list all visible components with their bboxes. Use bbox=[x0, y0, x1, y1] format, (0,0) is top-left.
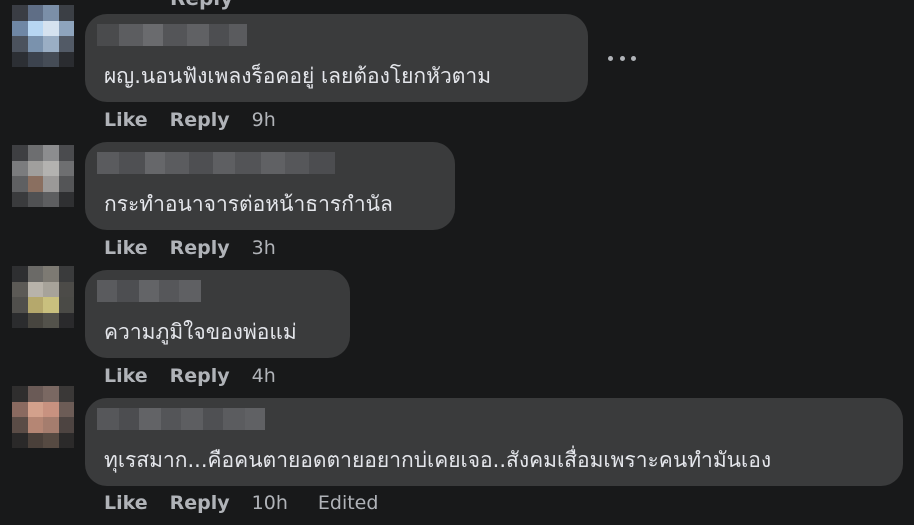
like-button[interactable]: Like bbox=[104, 109, 148, 131]
like-button[interactable]: Like bbox=[104, 365, 148, 387]
reply-button[interactable]: Reply bbox=[170, 109, 230, 131]
like-button[interactable]: Like bbox=[104, 237, 148, 259]
like-button[interactable]: Like bbox=[104, 492, 148, 514]
avatar[interactable] bbox=[12, 145, 74, 207]
comment-bubble: ความภูมิใจของพ่อแม่ bbox=[85, 270, 350, 358]
commenter-name-blurred[interactable] bbox=[97, 280, 201, 302]
comment-text: กระทำอนาจารต่อหน้าธารกำนัล bbox=[104, 192, 393, 216]
comment-actions: Like Reply 3h bbox=[104, 237, 306, 259]
comment-thread: Reply ผญ.นอนฟังเพลงร็อคอยู่ เลยต้องโยกหั… bbox=[0, 0, 914, 525]
avatar[interactable] bbox=[12, 5, 74, 67]
comment-text: ผญ.นอนฟังเพลงร็อคอยู่ เลยต้องโยกหัวตาม bbox=[104, 64, 492, 88]
comment-timestamp[interactable]: 10h bbox=[252, 492, 288, 514]
avatar[interactable] bbox=[12, 266, 74, 328]
comment-actions: Like Reply 4h bbox=[104, 365, 306, 387]
comment-actions: Like Reply 9h bbox=[104, 109, 306, 131]
comment-actions: Like Reply 10h Edited bbox=[104, 492, 378, 514]
avatar[interactable] bbox=[12, 386, 74, 448]
comment-timestamp[interactable]: 4h bbox=[252, 365, 276, 387]
commenter-name-blurred[interactable] bbox=[97, 24, 247, 46]
comment-bubble: ทุเรสมาก...คือคนตายอดตายอยากบ่เคยเจอ..สั… bbox=[85, 398, 903, 486]
comment-text: ความภูมิใจของพ่อแม่ bbox=[104, 320, 297, 344]
comment-bubble: กระทำอนาจารต่อหน้าธารกำนัล bbox=[85, 142, 455, 230]
commenter-name-blurred[interactable] bbox=[97, 152, 335, 174]
comment-bubble: ผญ.นอนฟังเพลงร็อคอยู่ เลยต้องโยกหัวตาม bbox=[85, 14, 588, 102]
comment-text: ทุเรสมาก...คือคนตายอดตายอยากบ่เคยเจอ..สั… bbox=[104, 448, 772, 472]
reply-button[interactable]: Reply bbox=[170, 492, 230, 514]
more-horizontal-icon[interactable] bbox=[608, 48, 636, 68]
comment-timestamp[interactable]: 3h bbox=[252, 237, 276, 259]
commenter-name-blurred[interactable] bbox=[97, 408, 265, 430]
reply-button[interactable]: Reply bbox=[170, 365, 230, 387]
edited-label[interactable]: Edited bbox=[318, 492, 379, 514]
previous-reply-link[interactable]: Reply bbox=[170, 0, 233, 10]
comment-timestamp[interactable]: 9h bbox=[252, 109, 276, 131]
reply-button[interactable]: Reply bbox=[170, 237, 230, 259]
